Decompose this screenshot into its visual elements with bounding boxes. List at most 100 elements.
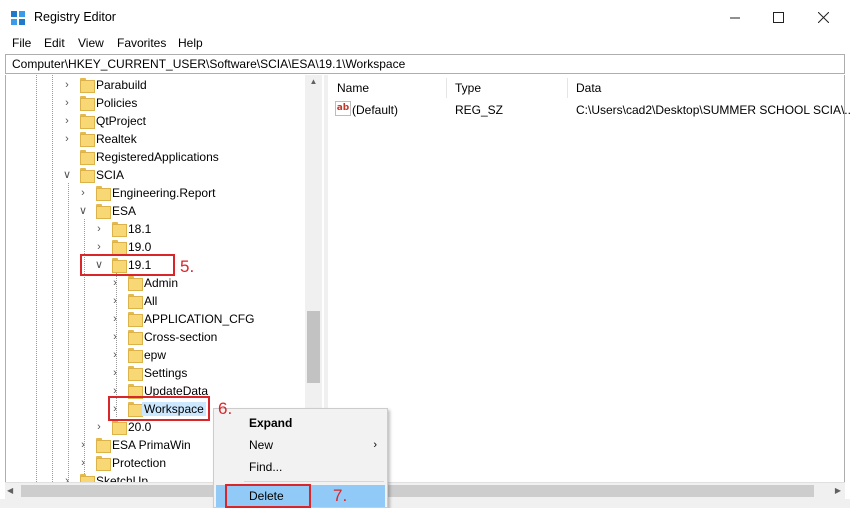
tree-item-epw[interactable]: › epw [6,346,306,364]
tree-item-label: SketchUp [96,474,149,482]
chevron-right-icon[interactable]: › [77,437,89,453]
status-bar [0,499,850,508]
chevron-right-icon[interactable]: › [61,95,73,111]
annotation-step-5: 5. [180,257,195,276]
tree-item-all[interactable]: › All [6,292,306,310]
chevron-right-icon[interactable]: › [109,347,121,363]
scroll-right-icon[interactable]: ▶ [835,486,841,495]
column-divider[interactable] [446,78,447,98]
registry-editor-icon [11,11,25,25]
menu-view[interactable]: View [78,36,104,50]
folder-icon [128,366,143,381]
chevron-right-icon[interactable]: › [93,419,105,435]
tree-item-label: ESA [112,204,137,218]
close-icon [817,11,829,23]
annotation-box-delete [225,484,311,508]
tree-item-settings[interactable]: › Settings [6,364,306,382]
tree-item-realtek[interactable]: › Realtek [6,130,306,148]
window-title: Registry Editor [34,10,116,24]
tree-item-label: Engineering.Report [112,186,216,200]
tree-item-esa[interactable]: ∨ ESA [6,202,306,220]
menu-item-find[interactable]: Find... [216,456,385,478]
tree-item-label: Realtek [96,132,137,146]
chevron-right-icon[interactable]: › [61,113,73,129]
column-header-name[interactable]: Name [337,81,369,95]
chevron-right-icon[interactable]: › [109,275,121,291]
tree-item-18-1[interactable]: › 18.1 [6,220,306,238]
menu-separator [244,481,384,482]
close-button[interactable] [800,0,846,34]
folder-icon [96,204,111,219]
value-name: (Default) [352,103,399,117]
tree-item-engineering-report[interactable]: › Engineering.Report [6,184,306,202]
menu-item-new[interactable]: New › [216,434,385,456]
annotation-step-7: 7. [333,486,348,505]
tree-item-policies[interactable]: › Policies [6,94,306,112]
title-bar: Registry Editor [0,0,850,34]
chevron-down-icon[interactable]: ∨ [77,203,89,219]
tree-item-label: Cross-section [144,330,218,344]
chevron-right-icon[interactable]: › [109,329,121,345]
column-header-type[interactable]: Type [455,81,481,95]
column-divider[interactable] [567,78,568,98]
chevron-right-icon[interactable]: › [77,455,89,471]
tree-item-registeredapplications[interactable]: RegisteredApplications [6,148,306,166]
tree-item-parabuild[interactable]: › Parabuild [6,76,306,94]
chevron-down-icon[interactable]: ∨ [61,167,73,183]
tree-item-label: ESA PrimaWin [112,438,191,452]
menu-edit[interactable]: Edit [44,36,65,50]
tree-item-label: 20.0 [128,420,152,434]
menu-favorites[interactable]: Favorites [117,36,166,50]
address-bar[interactable]: Computer\HKEY_CURRENT_USER\Software\SCIA… [5,54,845,74]
folder-icon [112,420,127,435]
chevron-right-icon[interactable]: › [93,239,105,255]
folder-icon [128,330,143,345]
scrollbar-thumb[interactable] [21,485,814,497]
menu-bar: File Edit View Favorites Help [0,34,850,52]
chevron-right-icon: › [373,439,377,451]
tree-item-application-cfg[interactable]: › APPLICATION_CFG [6,310,306,328]
chevron-right-icon[interactable]: › [61,77,73,93]
annotation-box-19-1 [80,254,175,276]
scroll-up-icon[interactable]: ▲ [305,77,322,91]
scrollbar-thumb[interactable] [307,311,320,383]
tree-item-scia[interactable]: ∨ SCIA [6,166,306,184]
folder-icon [128,276,143,291]
annotation-step-6: 6. [218,399,233,418]
maximize-button[interactable] [755,0,801,34]
tree-item-label: APPLICATION_CFG [144,312,255,326]
string-value-icon: ab [335,101,351,116]
chevron-right-icon[interactable]: › [61,131,73,147]
chevron-right-icon[interactable]: › [77,185,89,201]
menu-help[interactable]: Help [178,36,203,50]
tree-item-cross-section[interactable]: › Cross-section [6,328,306,346]
horizontal-scrollbar[interactable]: ◀ ▶ [5,482,845,499]
folder-icon [80,474,95,482]
menu-item-expand[interactable]: Expand [216,412,385,434]
tree-item-label: epw [144,348,167,362]
menu-item-label: New [249,438,274,452]
column-header-data[interactable]: Data [576,81,601,95]
chevron-right-icon[interactable]: › [109,311,121,327]
minimize-button[interactable] [712,0,758,34]
tree-item-label: 18.1 [128,222,152,236]
scroll-left-icon[interactable]: ◀ [7,486,13,495]
chevron-right-icon[interactable]: › [109,293,121,309]
chevron-right-icon[interactable]: › [93,221,105,237]
menu-file[interactable]: File [12,36,31,50]
tree-item-admin[interactable]: › Admin [6,274,306,292]
folder-icon [80,78,95,93]
chevron-right-icon[interactable]: › [61,473,73,482]
folder-icon [128,294,143,309]
tree-item-label: Protection [112,456,167,470]
folder-icon [112,222,127,237]
tree-item-qtproject[interactable]: › QtProject [6,112,306,130]
minimize-icon [729,17,740,18]
tree-item-label: Admin [144,276,179,290]
tree-item-label: Parabuild [96,78,147,92]
folder-icon [80,132,95,147]
chevron-right-icon[interactable]: › [109,365,121,381]
value-data: C:\Users\cad2\Desktop\SUMMER SCHOOL SCIA… [576,103,850,117]
tree-item-label: All [144,294,158,308]
value-type: REG_SZ [455,103,504,117]
